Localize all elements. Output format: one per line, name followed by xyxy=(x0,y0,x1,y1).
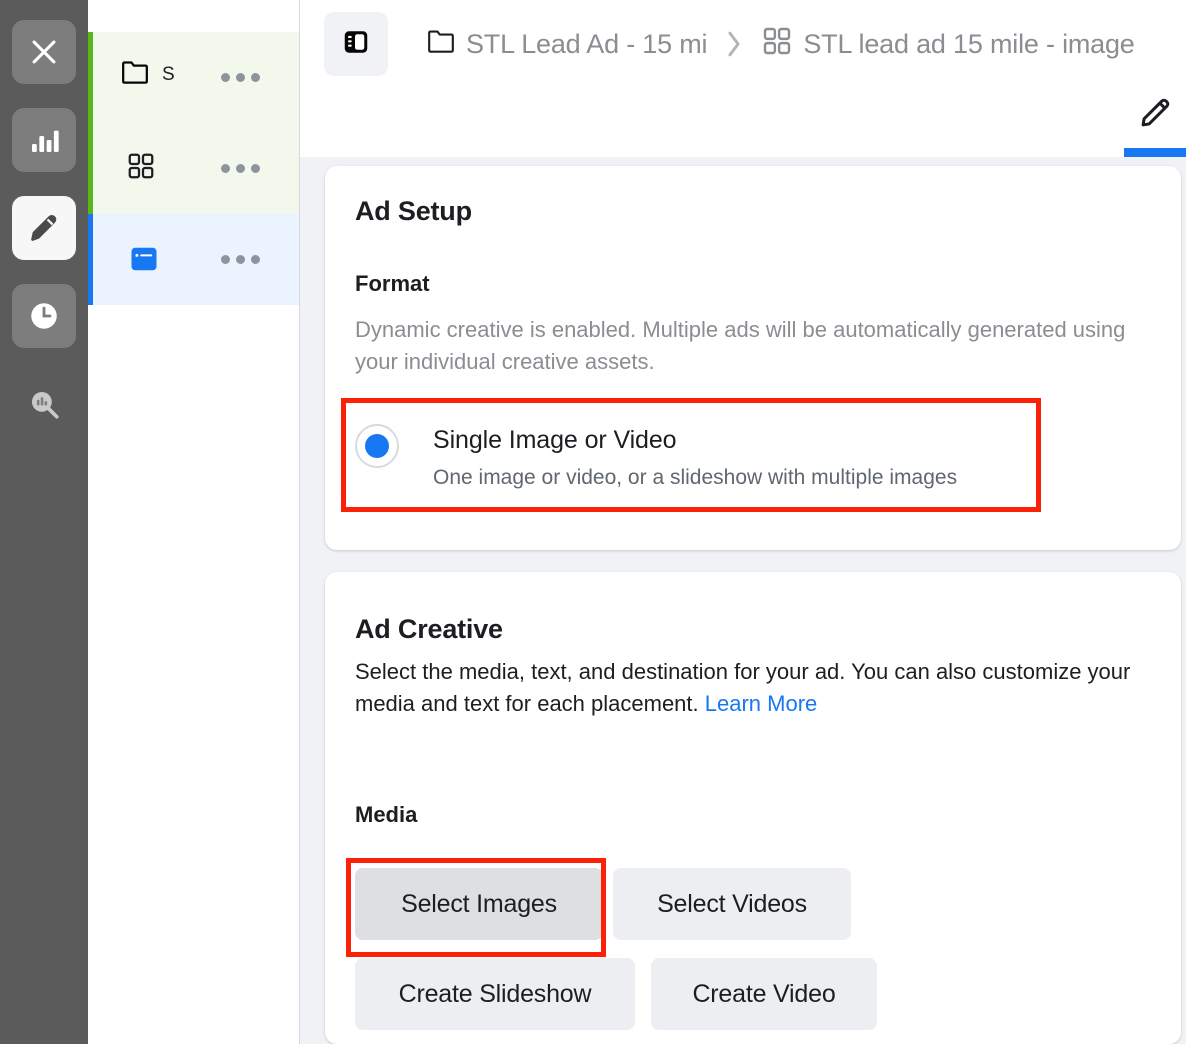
format-option-single-image-or-video[interactable]: Single Image or Video One image or video… xyxy=(355,408,1031,504)
rail-edit-button[interactable] xyxy=(12,196,76,260)
tree-row-adset-menu[interactable] xyxy=(221,164,260,173)
ad-creative-title: Ad Creative xyxy=(355,614,503,644)
left-icon-rail xyxy=(0,0,88,1044)
breadcrumb: STL Lead Ad - 15 mi STL lead ad 15 mile … xyxy=(426,22,1135,66)
pencil-icon xyxy=(1136,94,1174,137)
panel-layout-icon xyxy=(341,27,371,62)
select-images-button[interactable]: Select Images xyxy=(355,868,603,940)
main-content: STL Lead Ad - 15 mi STL lead ad 15 mile … xyxy=(300,0,1186,1044)
ad-creative-card: Ad Creative Select the media, text, and … xyxy=(325,572,1181,1044)
row-accent-bar xyxy=(88,214,93,305)
breadcrumb-separator xyxy=(725,29,743,59)
ad-setup-title: Ad Setup xyxy=(355,196,472,226)
learn-more-link[interactable]: Learn More xyxy=(705,691,818,716)
close-icon xyxy=(27,35,61,69)
ad-creative-description: Select the media, text, and destination … xyxy=(355,656,1155,720)
content-header: STL Lead Ad - 15 mi STL lead ad 15 mile … xyxy=(300,0,1186,157)
campaign-tree-panel: S xyxy=(88,0,300,1044)
rail-close-button[interactable] xyxy=(12,20,76,84)
folder-icon xyxy=(426,28,456,61)
tree-row-adset[interactable] xyxy=(88,123,300,214)
row-accent-bar xyxy=(88,123,93,214)
rail-history-button[interactable] xyxy=(12,284,76,348)
format-label: Format xyxy=(355,271,430,296)
sidebar-toggle-button[interactable] xyxy=(324,12,388,76)
ad-setup-card: Ad Setup Format Dynamic creative is enab… xyxy=(325,166,1181,550)
ad-card-icon xyxy=(129,244,159,274)
tab-edit[interactable] xyxy=(1124,90,1186,157)
breadcrumb-item-adset[interactable]: STL lead ad 15 mile - image xyxy=(761,25,1135,64)
create-video-button[interactable]: Create Video xyxy=(651,958,877,1030)
create-slideshow-button[interactable]: Create Slideshow xyxy=(355,958,635,1030)
app-root: S STL Lead Ad - 15 mi STL lead ad 15 mil… xyxy=(0,0,1186,1044)
tab-edit-active-indicator xyxy=(1124,148,1186,157)
breadcrumb-adset-label: STL lead ad 15 mile - image xyxy=(803,28,1135,59)
breadcrumb-campaign-label: STL Lead Ad - 15 mi xyxy=(466,28,708,59)
format-description: Dynamic creative is enabled. Multiple ad… xyxy=(355,317,1126,374)
tree-row-campaign-menu[interactable] xyxy=(221,73,260,82)
format-option-radio[interactable] xyxy=(355,424,399,468)
media-label: Media xyxy=(355,802,418,827)
search-chart-icon xyxy=(27,387,61,421)
select-videos-button[interactable]: Select Videos xyxy=(613,868,851,940)
chart-bars-icon xyxy=(28,124,60,156)
rail-reporting-button[interactable] xyxy=(12,108,76,172)
folder-icon xyxy=(120,57,150,87)
tree-row-ad-menu[interactable] xyxy=(221,255,260,264)
clock-icon xyxy=(27,299,61,333)
pencil-icon xyxy=(27,211,61,245)
grid-squares-icon xyxy=(126,151,156,181)
tree-row-campaign[interactable]: S xyxy=(88,32,300,123)
radio-selected-dot xyxy=(365,434,389,458)
tree-row-campaign-label: S xyxy=(162,64,175,85)
format-option-title: Single Image or Video xyxy=(433,426,677,454)
format-option-description: One image or video, or a slideshow with … xyxy=(433,466,958,489)
rail-inspect-button[interactable] xyxy=(12,372,76,436)
tree-row-ad[interactable] xyxy=(88,214,300,305)
grid-squares-icon xyxy=(761,25,793,64)
breadcrumb-item-campaign[interactable]: STL Lead Ad - 15 mi xyxy=(426,28,708,61)
row-accent-bar xyxy=(88,32,93,123)
